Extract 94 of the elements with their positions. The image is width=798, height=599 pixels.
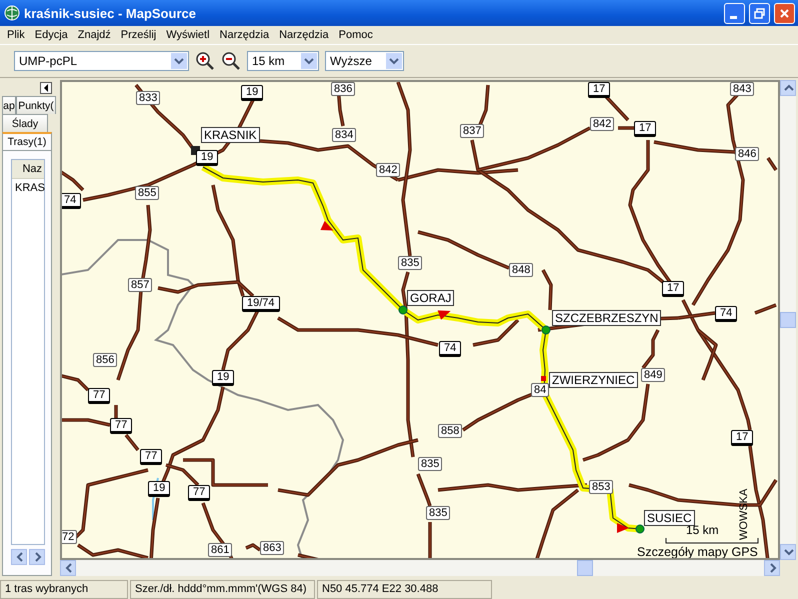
status-field: 1 tras wybranych [0,580,128,599]
direction-arrow-icon [438,310,451,320]
minimize-button[interactable] [724,2,745,24]
road-number-label: 835 [398,256,422,270]
menu-item[interactable]: Znajdź [72,29,116,41]
menu-item[interactable]: Narzędzia [214,29,274,41]
road-number-label: 861 [208,543,232,557]
road-number-label: 837 [460,124,484,138]
road-number-label: 848 [509,263,534,277]
road-number-label: 863 [260,541,284,555]
menu-item[interactable]: Pomoc [334,29,378,41]
menu-item[interactable]: Plik [2,29,30,41]
road-number-label: 833 [136,91,160,105]
collapse-panel-button[interactable] [40,82,52,94]
scroll-down-icon[interactable] [780,544,796,560]
road-number-label: 856 [93,353,118,367]
vertical-scrollbar[interactable] [780,80,796,560]
road-number-label: 846 [735,147,760,161]
road-number-label: 84 [531,383,550,397]
road-number-label: 74 [715,306,738,322]
map-product-dropdown[interactable]: UMP-pcPL [14,51,189,71]
close-icon [779,8,790,18]
road-number-label: 19 [212,370,234,386]
scroll-right-button[interactable] [29,549,45,565]
detail-dropdown[interactable]: Wyższe [325,51,404,71]
road-number-label: 77 [110,418,132,434]
road-number-label: 842 [590,117,614,131]
place-label: SUSIEC [644,510,695,526]
road-number-label: 858 [438,424,462,438]
road-number-label: 17 [588,82,610,98]
scroll-up-icon[interactable] [780,80,796,96]
column-header[interactable]: Naz [12,160,44,179]
road-number-label: 74 [439,341,462,357]
panel-tab[interactable]: Ślady [2,114,48,132]
panel-tab[interactable]: Trasy(1) [2,132,52,150]
menu-item[interactable]: Narzędzia [274,29,334,41]
place-label: GORAJ [407,290,454,306]
place-label: SZCZEBRZESZYN [552,310,662,326]
road-number-label: 849 [641,368,666,382]
road-number-label: 834 [332,128,356,142]
scroll-left-button[interactable] [11,549,27,565]
zoom-out-icon[interactable] [221,51,241,71]
menu-item[interactable]: Edycja [30,29,73,41]
close-button[interactable] [774,2,795,24]
road-number-label: 842 [376,163,400,177]
road-number-label: 74 [62,193,82,209]
road-number-label: 72 [62,530,78,544]
status-field: N50 45.774 E22 30.488 [317,580,492,599]
zoom-in-icon[interactable] [195,51,215,71]
scroll-right-icon[interactable] [764,560,780,576]
street-label: WOWSKA [738,488,750,540]
direction-arrow-icon [617,523,629,533]
place-label: KRASNIK [201,127,260,143]
panel-tab[interactable]: ap [2,96,16,114]
scale-label: 15 km [686,523,719,537]
road-number-label: 853 [589,480,614,494]
list-item[interactable]: KRAS [12,179,44,194]
window-title: kraśnik-susiec - MapSource [24,6,197,20]
road-number-label: 19 [196,150,218,166]
road-number-label: 857 [128,278,152,292]
scroll-thumb[interactable] [780,312,796,328]
road-number-label: 77 [188,485,210,501]
road-number-label: 19/74 [242,296,280,312]
left-triangle-icon [43,84,49,92]
scroll-left-icon[interactable] [60,560,76,576]
road-number-label: 17 [731,430,754,446]
road-number-label: 17 [634,121,656,137]
road-number-label: 77 [140,449,162,465]
road-number-label: 17 [662,281,684,297]
globe-icon [4,5,20,21]
road-number-label: 843 [730,82,754,96]
panel-tab[interactable]: Punkty( [16,96,56,114]
place-label: ZWIERZYNIEC [549,372,638,388]
road-number-label: 77 [88,388,110,404]
road-number-label: 19 [241,85,264,101]
waypoint-marker [542,326,550,334]
menu-item[interactable]: Wyświetl [161,29,215,41]
road-number-label: 836 [331,82,356,96]
status-field: Szer./dł. hddd°mm.mmm'(WGS 84) [130,580,315,599]
zoom-dropdown[interactable]: 15 km [247,51,319,71]
direction-arrow-icon [320,220,334,231]
restore-icon [754,8,765,18]
waypoint-marker [398,306,408,314]
road-number-label: 835 [418,457,442,471]
scroll-thumb[interactable] [577,560,593,576]
minimize-icon [730,16,736,18]
horizontal-scrollbar[interactable] [60,560,780,576]
waypoint-marker [636,524,644,534]
waypoint-marker [541,376,546,381]
road-number-label: 855 [135,186,160,200]
road-number-label: 19 [148,481,170,497]
road-number-label: 835 [426,506,450,520]
menu-item[interactable]: Prześlij [116,29,162,41]
restore-button[interactable] [749,2,770,24]
